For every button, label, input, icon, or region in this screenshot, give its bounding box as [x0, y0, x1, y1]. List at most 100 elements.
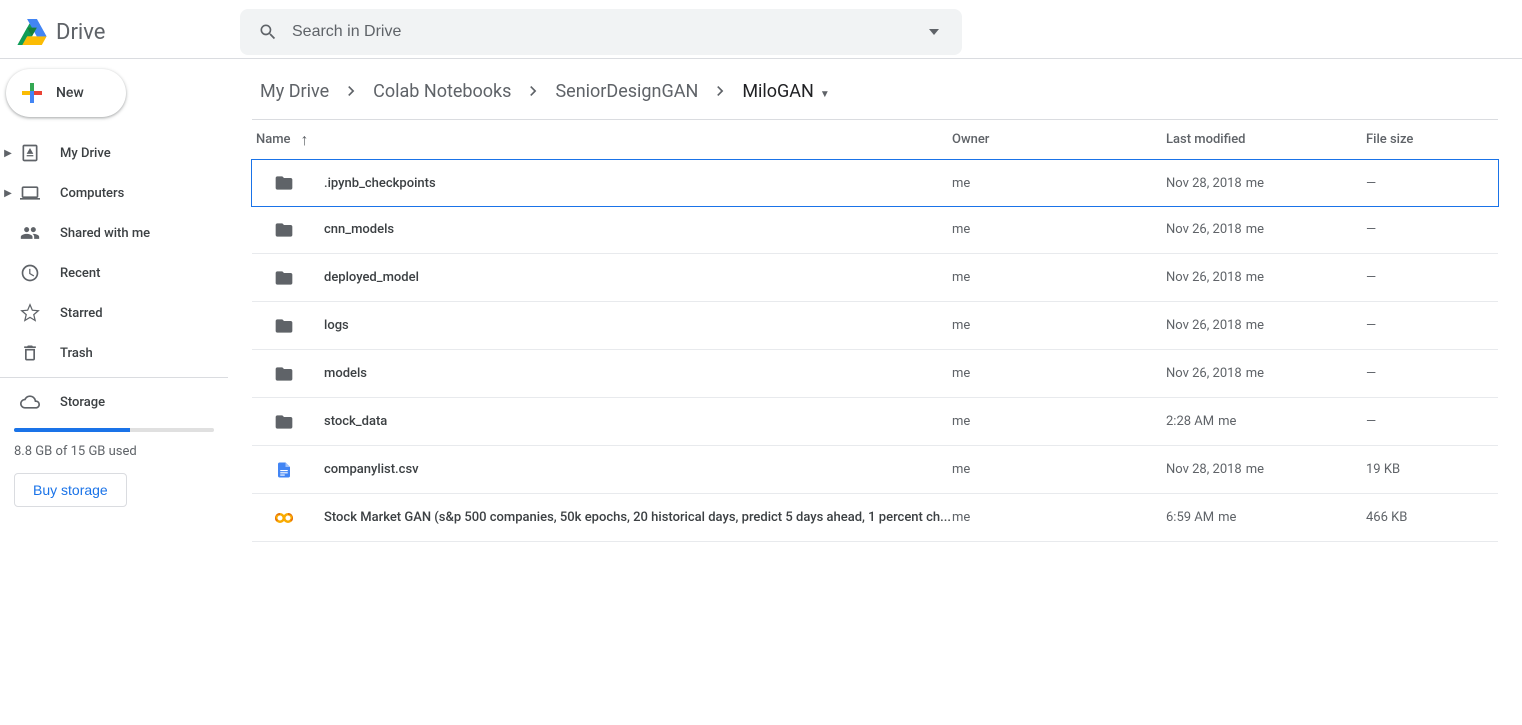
column-owner[interactable]: Owner — [952, 132, 1166, 147]
expand-icon: ▶ — [2, 148, 14, 159]
storage-item[interactable]: Storage — [0, 382, 228, 422]
storage-bar — [14, 428, 214, 432]
file-name: cnn_models — [324, 222, 394, 237]
sidebar: New ▶ My Drive ▶ Computers Shared with me Rec… — [0, 59, 228, 542]
file-owner: me — [952, 510, 1166, 525]
file-size: — — [1366, 366, 1498, 381]
nav-item-shared[interactable]: Shared with me — [0, 213, 228, 253]
file-owner: me — [952, 222, 1166, 237]
file-owner: me — [952, 270, 1166, 285]
file-modified: Nov 26, 2018me — [1166, 318, 1366, 333]
file-row[interactable]: .ipynb_checkpoints meNov 28, 2018me— — [251, 159, 1499, 207]
file-modified: Nov 28, 2018me — [1166, 176, 1366, 191]
file-owner: me — [952, 318, 1166, 333]
file-row[interactable]: logs meNov 26, 2018me— — [252, 302, 1498, 350]
nav-item-star[interactable]: Starred — [0, 293, 228, 333]
search-bar — [240, 9, 962, 55]
trash-icon — [18, 341, 42, 365]
content: My Drive Colab Notebooks SeniorDesignGAN Mi… — [228, 59, 1522, 542]
file-row[interactable]: companylist.csvmeNov 28, 2018me19 KB — [252, 446, 1498, 494]
nav-item-trash[interactable]: Trash — [0, 333, 228, 373]
file-list: .ipynb_checkpointsmeNov 28, 2018me—cnn_m… — [252, 159, 1498, 542]
file-size: — — [1366, 270, 1498, 285]
nav-label: Shared with me — [60, 226, 150, 241]
storage-label: Storage — [60, 395, 105, 410]
nav-label: Trash — [60, 346, 93, 361]
file-modified: Nov 28, 2018me — [1166, 462, 1366, 477]
nav-label: Starred — [60, 306, 103, 321]
search-input[interactable] — [288, 23, 914, 41]
file-owner: me — [952, 366, 1166, 381]
sort-arrow-up-icon: ↑ — [301, 130, 309, 150]
file-modified: Nov 26, 2018me — [1166, 270, 1366, 285]
breadcrumb-item[interactable]: Colab Notebooks — [365, 77, 519, 106]
breadcrumb-item[interactable]: My Drive — [252, 77, 337, 106]
nav-item-computers[interactable]: ▶ Computers — [0, 173, 228, 213]
file-size: — — [1366, 176, 1498, 191]
table-header: Name ↑ Owner Last modified File size — [252, 120, 1498, 160]
nav-item-drive[interactable]: ▶ My Drive — [0, 133, 228, 173]
folder-icon — [272, 218, 296, 242]
chevron-right-icon — [341, 81, 361, 101]
header: Drive — [0, 0, 1522, 64]
recent-icon — [18, 261, 42, 285]
file-name: stock_data — [324, 414, 387, 429]
search-options-icon[interactable] — [914, 12, 954, 52]
file-size: 466 KB — [1366, 510, 1498, 525]
column-modified[interactable]: Last modified — [1166, 132, 1366, 147]
file-modified: Nov 26, 2018me — [1166, 366, 1366, 381]
file-name: logs — [324, 318, 349, 333]
chevron-right-icon — [523, 81, 543, 101]
folder-icon — [272, 266, 296, 290]
chevron-right-icon — [710, 81, 730, 101]
file-modified: 2:28 AMme — [1166, 414, 1366, 429]
computers-icon — [18, 181, 42, 205]
sheet-icon — [272, 458, 296, 482]
file-row[interactable]: stock_datame2:28 AMme— — [252, 398, 1498, 446]
buy-storage-button[interactable]: Buy storage — [14, 473, 127, 507]
logo[interactable]: Drive — [12, 12, 240, 52]
file-name: deployed_model — [324, 270, 419, 285]
nav-list: ▶ My Drive ▶ Computers Shared with me Recent S… — [0, 133, 228, 373]
shared-icon — [18, 221, 42, 245]
file-row[interactable]: models meNov 26, 2018me— — [252, 350, 1498, 398]
file-owner: me — [952, 414, 1166, 429]
file-size: — — [1366, 318, 1498, 333]
breadcrumb-item[interactable]: SeniorDesignGAN — [547, 77, 706, 106]
search-icon[interactable] — [248, 12, 288, 52]
storage-text: 8.8 GB of 15 GB used — [14, 444, 214, 459]
nav-item-recent[interactable]: Recent — [0, 253, 228, 293]
file-row[interactable]: Stock Market GAN (s&p 500 companies, 50k… — [252, 494, 1498, 542]
column-size[interactable]: File size — [1366, 132, 1498, 147]
file-modified: 6:59 AMme — [1166, 510, 1366, 525]
new-button-label: New — [56, 85, 84, 101]
folder-icon — [272, 362, 296, 386]
colab-icon — [272, 506, 296, 530]
file-name: companylist.csv — [324, 462, 419, 477]
file-size: — — [1366, 222, 1498, 237]
file-row[interactable]: deployed_model meNov 26, 2018me— — [252, 254, 1498, 302]
file-name: models — [324, 366, 367, 381]
dropdown-icon: ▼ — [820, 89, 830, 100]
expand-icon: ▶ — [2, 188, 14, 199]
nav-label: Recent — [60, 266, 100, 281]
file-name: Stock Market GAN (s&p 500 companies, 50k… — [324, 510, 951, 525]
folder-icon — [272, 314, 296, 338]
app-name: Drive — [56, 20, 105, 45]
cloud-icon — [18, 390, 42, 414]
new-button[interactable]: New — [6, 69, 126, 117]
nav-label: Computers — [60, 186, 124, 201]
breadcrumb: My Drive Colab Notebooks SeniorDesignGAN Mi… — [252, 71, 1498, 111]
breadcrumb-item[interactable]: MiloGAN▼ — [734, 77, 837, 106]
folder-icon — [272, 410, 296, 434]
sidebar-divider — [0, 377, 228, 378]
nav-label: My Drive — [60, 146, 111, 161]
star-icon — [18, 301, 42, 325]
file-name: .ipynb_checkpoints — [324, 176, 436, 191]
column-name[interactable]: Name ↑ — [252, 130, 952, 150]
file-row[interactable]: cnn_modelsmeNov 26, 2018me— — [252, 206, 1498, 254]
column-name-label: Name — [256, 132, 291, 147]
drive-logo-icon — [12, 12, 52, 52]
drive-icon — [18, 141, 42, 165]
file-owner: me — [952, 176, 1166, 191]
